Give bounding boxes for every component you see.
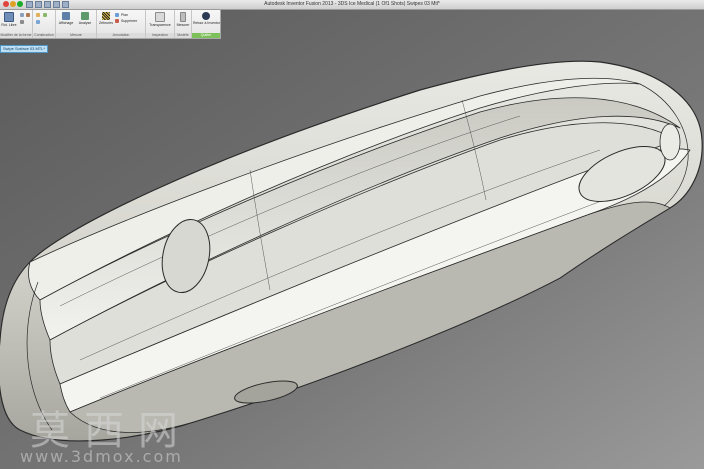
display-mode-icon [62,12,70,20]
measure-label: Mesurer [176,23,190,27]
window-titlebar: Autodesk Inventor Fusion 2013 - 3DS Ice … [0,0,704,10]
face-icon[interactable] [20,13,24,17]
delete-face-icon[interactable] [115,19,119,23]
panel-model: Mesurer Modèle [175,10,192,38]
surface-analysis-button[interactable]: Analyse [76,12,94,25]
panel-label-exit: Quitter [192,33,220,38]
panel-modify-shape: Rot. Libre Modifier de la forme [0,10,33,38]
return-icon [202,12,210,20]
panel-label-inspection: Inspection [146,33,174,38]
zebra-label: Zébrures [99,21,114,25]
panel-label-construction: Construction [33,33,55,38]
panel-construction: Construction [33,10,56,38]
surface-analysis-label: Analyse [78,21,92,25]
oval-cutout-end [659,123,681,161]
panel-inspection: Transparence Inspection [146,10,175,38]
vertex-icon[interactable] [20,20,24,24]
delete-face-label[interactable]: Supprimer [121,19,137,23]
edge-icon[interactable] [26,13,30,17]
zebra-button[interactable]: Zébrures [99,12,113,25]
free-turn-label: Rot. Libre [1,23,17,27]
transparency-button[interactable]: Transparence [148,12,172,27]
work-axis-icon[interactable] [36,20,40,24]
measure-icon [180,12,186,22]
transparency-icon [155,12,165,22]
return-to-inventor-button[interactable]: Retour à Inventor [193,12,221,25]
surface-analysis-icon [81,12,89,20]
panel-label-modify: Modifier de la forme [0,33,32,38]
zebra-icon [102,12,110,20]
transparency-label: Transparence [149,23,171,27]
ribbon-toolbar: Rot. Libre Modifier de la forme Construc… [0,10,221,39]
watermark-url: www.3dmox.com [20,447,183,466]
browser-active-item[interactable]: Swipe Surface 03 MTL* [0,45,49,53]
plane-label[interactable]: Plan [121,13,128,17]
display-mode-label: Affichage [58,21,74,25]
panel-label-model: Modèle [175,33,191,38]
free-turn-button[interactable]: Rot. Libre [1,12,17,27]
measure-button[interactable]: Mesurer [176,12,190,27]
panel-exit: Retour à Inventor Quitter [192,10,220,38]
window-title: Autodesk Inventor Fusion 2013 - 3DS Ice … [264,1,440,7]
plane-icon[interactable] [115,13,119,17]
work-point-icon[interactable] [43,13,47,17]
display-mode-button[interactable]: Affichage [58,12,74,25]
work-plane-icon[interactable] [36,13,40,17]
panel-label-measure: Mesure [56,33,96,38]
panel-measure: Affichage Analyse Mesure [56,10,97,38]
free-turn-icon [4,12,14,22]
panel-label-annotation: Annotation [97,33,145,38]
panel-annotation: Zébrures Plan Supprimer Annotation [97,10,146,38]
return-label: Retour à Inventor [193,21,221,25]
